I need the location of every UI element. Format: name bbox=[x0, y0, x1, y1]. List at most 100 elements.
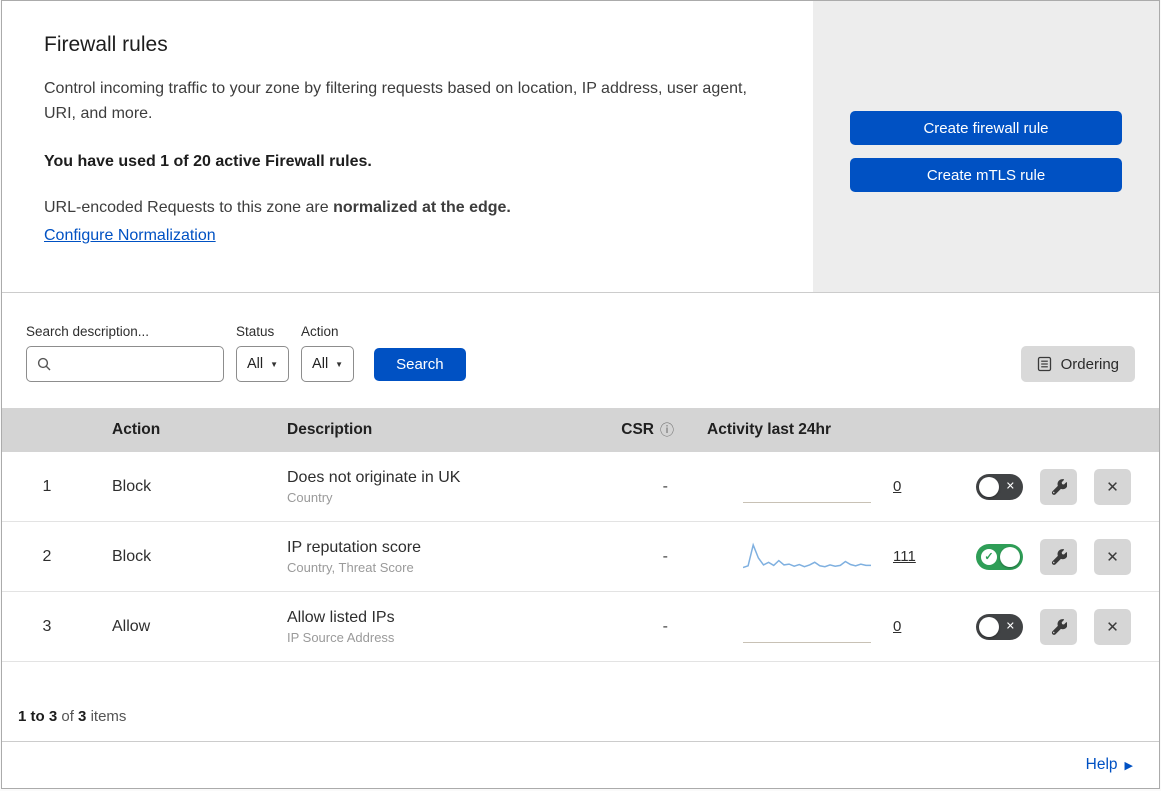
table-header-row: Action Description CSR ⓘ Activity last 2… bbox=[2, 408, 1159, 452]
activity-count-link[interactable]: 0 bbox=[893, 618, 901, 635]
search-icon bbox=[37, 357, 51, 371]
rule-description-cell: Does not originate in UK Country bbox=[267, 469, 592, 505]
wrench-icon bbox=[1051, 618, 1067, 635]
table-row: 1 Block Does not originate in UK Country… bbox=[2, 452, 1159, 522]
page-header: Firewall rules Control incoming traffic … bbox=[2, 1, 1159, 293]
toggle-knob bbox=[1000, 546, 1020, 567]
rule-controls: ✓ ✕ ✕ bbox=[932, 608, 1159, 645]
rule-fields: Country bbox=[287, 489, 333, 505]
search-label: Search description... bbox=[26, 324, 150, 339]
status-select[interactable]: All ▼ bbox=[236, 346, 290, 382]
create-firewall-rule-button[interactable]: Create firewall rule bbox=[850, 111, 1122, 145]
ordering-button-label: Ordering bbox=[1060, 355, 1119, 373]
search-box[interactable] bbox=[26, 346, 224, 382]
wrench-icon bbox=[1051, 548, 1067, 565]
rule-description-link[interactable]: Does not originate in UK bbox=[287, 469, 592, 487]
toggle-knob bbox=[979, 476, 999, 497]
filter-bar: Search description... Status All ▼ Actio… bbox=[2, 293, 1159, 408]
edit-rule-button[interactable] bbox=[1040, 608, 1077, 645]
items-range: 1 to 3 bbox=[18, 708, 58, 725]
action-value: All bbox=[312, 356, 329, 372]
rule-controls: ✓ ✕ ✕ bbox=[932, 538, 1159, 575]
action-select[interactable]: All ▼ bbox=[301, 346, 355, 382]
enable-toggle[interactable]: ✓ ✕ bbox=[976, 613, 1023, 640]
items-of: of bbox=[61, 708, 74, 725]
rule-priority: 1 bbox=[42, 477, 52, 495]
enable-toggle[interactable]: ✓ ✕ bbox=[976, 543, 1023, 570]
rule-priority: 3 bbox=[42, 617, 52, 635]
csr-header-label: CSR bbox=[621, 421, 654, 438]
ordering-list-icon bbox=[1037, 356, 1052, 372]
configure-normalization-link[interactable]: Configure Normalization bbox=[44, 227, 216, 244]
edit-rule-button[interactable] bbox=[1040, 538, 1077, 575]
delete-rule-button[interactable]: ✕ bbox=[1094, 538, 1131, 575]
csr-column-header: CSR ⓘ bbox=[592, 420, 682, 440]
rule-description-cell: Allow listed IPs IP Source Address bbox=[267, 609, 592, 645]
help-bar: Help ▶ bbox=[2, 741, 1159, 788]
rule-priority: 2 bbox=[42, 547, 52, 565]
activity-count-link[interactable]: 0 bbox=[893, 478, 901, 495]
rule-activity-cell: 111 bbox=[682, 541, 932, 573]
enable-toggle[interactable]: ✓ ✕ bbox=[976, 473, 1023, 500]
table-footer: 1 to 3 of 3 items bbox=[2, 662, 1159, 741]
help-link[interactable]: Help ▶ bbox=[1086, 756, 1133, 774]
close-icon: ✕ bbox=[1106, 618, 1119, 636]
rule-fields: Country, Threat Score bbox=[287, 559, 414, 575]
rule-action: Allow bbox=[112, 617, 151, 635]
chevron-down-icon: ▼ bbox=[270, 359, 279, 369]
x-icon: ✕ bbox=[1005, 620, 1015, 632]
close-icon: ✕ bbox=[1106, 478, 1119, 496]
items-total: 3 bbox=[78, 708, 87, 725]
activity-sparkline bbox=[743, 470, 871, 503]
rule-activity-cell: 0 bbox=[682, 470, 932, 503]
header-text-block: Firewall rules Control incoming traffic … bbox=[2, 1, 813, 292]
action-label: Action bbox=[301, 324, 339, 339]
rule-fields: IP Source Address bbox=[287, 629, 395, 645]
edit-rule-button[interactable] bbox=[1040, 468, 1077, 505]
action-column-header: Action bbox=[112, 421, 161, 438]
activity-sparkline bbox=[743, 610, 871, 643]
status-label: Status bbox=[236, 324, 275, 339]
page-title: Firewall rules bbox=[44, 33, 168, 56]
table-row: 2 Block IP reputation score Country, Thr… bbox=[2, 522, 1159, 592]
firewall-rules-page: Firewall rules Control incoming traffic … bbox=[1, 0, 1160, 789]
activity-count-link[interactable]: 111 bbox=[893, 548, 916, 565]
search-group: Search description... bbox=[26, 324, 224, 382]
rule-csr-value: - bbox=[662, 547, 668, 565]
rule-description-cell: IP reputation score Country, Threat Scor… bbox=[267, 539, 592, 575]
normalization-prefix: URL-encoded Requests to this zone are bbox=[44, 198, 334, 216]
normalization-text: URL-encoded Requests to this zone are no… bbox=[44, 199, 773, 217]
rule-description-link[interactable]: Allow listed IPs bbox=[287, 609, 592, 627]
x-icon: ✕ bbox=[1005, 480, 1015, 492]
status-filter-group: Status All ▼ bbox=[236, 324, 290, 382]
rule-action: Block bbox=[112, 547, 152, 565]
search-input[interactable] bbox=[57, 355, 213, 373]
chevron-down-icon: ▼ bbox=[335, 359, 344, 369]
delete-rule-button[interactable]: ✕ bbox=[1094, 608, 1131, 645]
create-mtls-rule-button[interactable]: Create mTLS rule bbox=[850, 158, 1122, 192]
normalization-bold: normalized at the edge. bbox=[333, 198, 511, 216]
action-filter-group: Action All ▼ bbox=[301, 324, 355, 382]
items-word: items bbox=[90, 708, 127, 725]
rule-activity-cell: 0 bbox=[682, 610, 932, 643]
action-panel: Create firewall rule Create mTLS rule bbox=[813, 1, 1159, 292]
rule-description-link[interactable]: IP reputation score bbox=[287, 539, 592, 557]
check-icon: ✓ bbox=[981, 548, 997, 565]
activity-sparkline bbox=[743, 541, 871, 573]
arrow-right-icon: ▶ bbox=[1124, 759, 1133, 772]
delete-rule-button[interactable]: ✕ bbox=[1094, 468, 1131, 505]
rule-action: Block bbox=[112, 477, 152, 495]
description-column-header: Description bbox=[287, 421, 373, 438]
table-row: 3 Allow Allow listed IPs IP Source Addre… bbox=[2, 592, 1159, 662]
rule-csr-value: - bbox=[662, 477, 668, 495]
page-description: Control incoming traffic to your zone by… bbox=[44, 80, 747, 122]
ordering-button[interactable]: Ordering bbox=[1020, 346, 1135, 382]
close-icon: ✕ bbox=[1106, 548, 1119, 566]
status-value: All bbox=[247, 356, 264, 372]
info-icon[interactable]: ⓘ bbox=[660, 420, 674, 440]
wrench-icon bbox=[1051, 478, 1067, 495]
toggle-knob bbox=[979, 616, 999, 637]
rule-csr-value: - bbox=[662, 617, 668, 635]
search-button[interactable]: Search bbox=[374, 348, 466, 381]
rule-controls: ✓ ✕ ✕ bbox=[932, 468, 1159, 505]
